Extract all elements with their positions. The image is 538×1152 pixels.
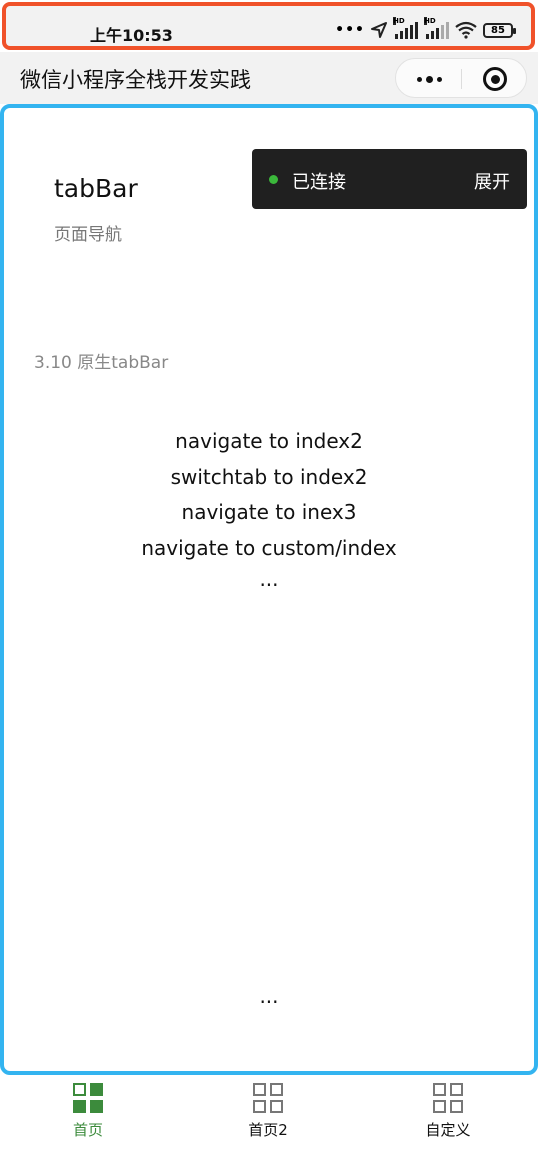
expand-button[interactable]: 展开	[474, 168, 510, 194]
battery-icon: 85	[483, 22, 516, 38]
connection-status-text: 已连接	[292, 172, 346, 193]
page-title: tabBar	[54, 174, 138, 203]
battery-level: 85	[491, 24, 505, 36]
tab-label: 自定义	[425, 1121, 471, 1139]
tab-label: 首页	[72, 1121, 103, 1139]
hd-label: HD	[393, 17, 405, 25]
navigation-links: navigate to index2 switchtab to index2 n…	[4, 424, 534, 592]
tab-home[interactable]: 首页	[18, 1083, 158, 1145]
mini-program-capsule	[395, 58, 527, 98]
connection-status-toast: 已连接 展开	[252, 149, 527, 209]
status-time: 上午10:53	[90, 26, 173, 45]
wifi-icon	[455, 21, 477, 39]
more-notifications-icon: •••	[335, 22, 365, 38]
section-label: 3.10 原生tabBar	[34, 353, 169, 373]
bottom-ellipsis-text: ...	[259, 984, 279, 1008]
nav-title: 微信小程序全栈开发实践	[20, 68, 251, 92]
tab-custom[interactable]: 自定义	[378, 1083, 518, 1145]
hd-label-2: HD	[424, 17, 436, 25]
cellular-signal-2-icon: HD	[424, 17, 449, 39]
status-icons: ••• HD HD 85	[335, 17, 516, 42]
page-subtitle: 页面导航	[54, 225, 122, 245]
cellular-signal-icon: HD	[393, 17, 418, 39]
page-content: tabBar 页面导航 3.10 原生tabBar navigate to in…	[0, 104, 538, 1075]
dot-icon	[436, 76, 442, 82]
grid-icon	[433, 1083, 463, 1113]
connected-status-dot-icon	[269, 175, 278, 184]
grid-icon	[253, 1083, 283, 1113]
tab-bar: 首页 首页2 自定义	[0, 1075, 538, 1152]
navigate-custom-index-link[interactable]: navigate to custom/index	[4, 531, 534, 567]
navigate-index2-link[interactable]: navigate to index2	[4, 424, 534, 460]
tab-label: 首页2	[248, 1121, 288, 1139]
more-options-button[interactable]	[396, 59, 462, 99]
status-bar: 上午10:53 ••• HD HD 85	[2, 2, 535, 50]
close-mini-program-button[interactable]	[462, 59, 528, 99]
ellipsis-text: ...	[259, 567, 279, 591]
nav-bar: 微信小程序全栈开发实践	[0, 52, 538, 104]
target-circle-icon	[483, 67, 507, 91]
navigate-inex3-link[interactable]: navigate to inex3	[4, 495, 534, 531]
switchtab-index2-link[interactable]: switchtab to index2	[4, 460, 534, 496]
dot-icon	[416, 76, 422, 82]
grid-icon	[73, 1083, 103, 1113]
location-arrow-icon	[371, 22, 387, 38]
tab-home2[interactable]: 首页2	[198, 1083, 338, 1145]
dot-icon	[425, 75, 433, 83]
